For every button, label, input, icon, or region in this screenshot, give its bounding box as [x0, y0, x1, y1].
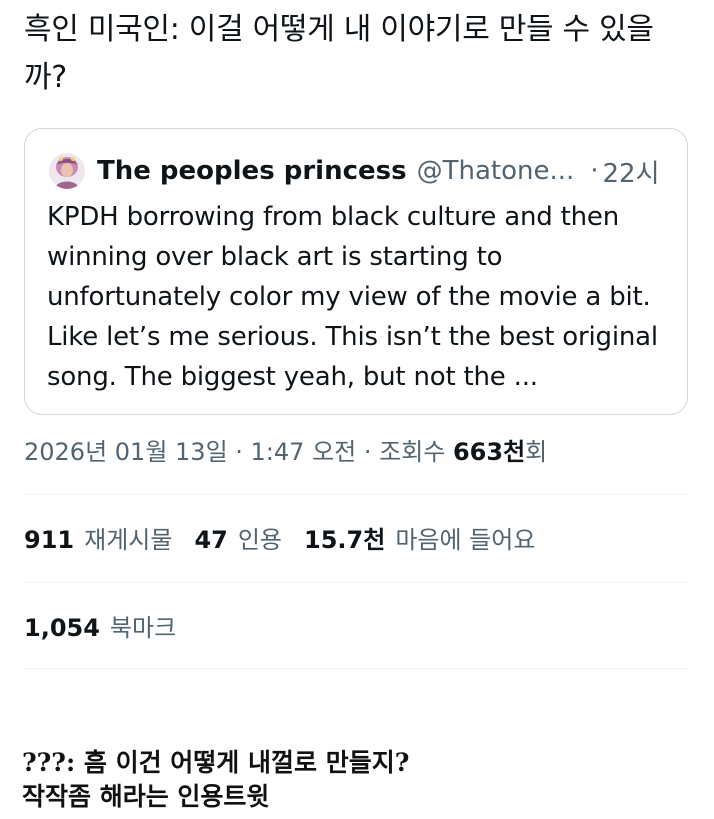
bookmark-count: 1,054: [24, 614, 100, 642]
divider: [24, 582, 690, 583]
like-label: 마음에 들어요: [395, 526, 536, 554]
caption-line: 작작좀 해라는 인용트윗: [22, 782, 270, 811]
divider: [24, 494, 690, 495]
quote-stat[interactable]: 47 인용: [194, 526, 282, 554]
quoted-author-name[interactable]: The peoples princess: [97, 156, 407, 186]
quote-count: 47: [194, 526, 228, 554]
engagement-stats: 911 재게시물 47 인용 15.7천 마음에 들어요: [24, 520, 535, 560]
avatar[interactable]: [49, 153, 85, 189]
avatar-image: [49, 153, 85, 189]
bookmark-label: 북마크: [109, 614, 177, 642]
caption: ???: 흠 이건 어떻게 내껄로 만들지? 작작좀 해라는 인용트윗: [22, 746, 409, 814]
like-stat[interactable]: 15.7천 마음에 들어요: [304, 526, 535, 554]
quoted-tweet-card[interactable]: The peoples princess @Thatone... · 22시 K…: [24, 128, 688, 415]
like-count: 15.7천: [304, 526, 386, 554]
repost-count: 911: [24, 526, 75, 554]
quote-label: 인용: [237, 526, 283, 554]
view-count-suffix: 회: [525, 438, 548, 466]
divider: [24, 668, 690, 669]
quoted-tweet-body: KPDH borrowing from black culture and th…: [47, 202, 658, 392]
caption-line: ???: 흠 이건 어떻게 내껄로 만들지?: [22, 748, 410, 777]
separator-dot: ·: [590, 156, 599, 186]
tweet-text: 흑인 미국인: 이걸 어떻게 내 이야기로 만들 수 있을까?: [24, 12, 654, 95]
bookmark-stat[interactable]: 1,054 북마크: [24, 608, 176, 648]
tweet-datetime[interactable]: 2026년 01월 13일 · 1:47 오전 · 조회수: [24, 438, 453, 466]
quoted-tweet-time[interactable]: 22시: [603, 153, 660, 190]
quoted-tweet-header: The peoples princess @Thatone... · 22시: [49, 151, 673, 191]
repost-stat[interactable]: 911 재게시물: [24, 526, 172, 554]
repost-label: 재게시물: [84, 526, 173, 554]
quoted-author-handle[interactable]: @Thatone...: [417, 156, 575, 186]
view-count: 663천: [452, 438, 526, 466]
tweet-meta: 2026년 01월 13일 · 1:47 오전 · 조회수 663천회: [24, 432, 547, 472]
